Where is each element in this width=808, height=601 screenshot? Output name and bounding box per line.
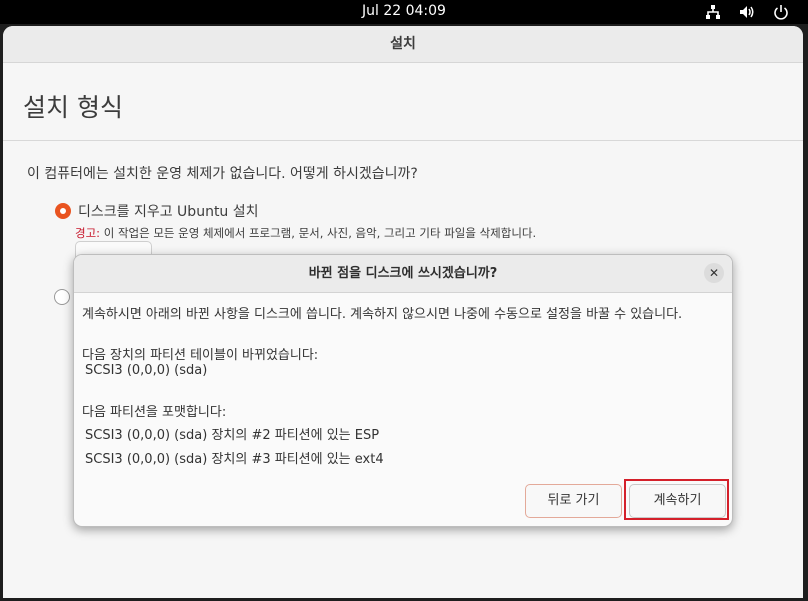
close-icon[interactable]: ✕ [704,263,724,283]
option-erase-disk[interactable]: 디스크를 지우고 Ubuntu 설치 [55,201,259,221]
back-button[interactable]: 뒤로 가기 [525,484,622,518]
warning-text: 이 작업은 모든 운영 체제에서 프로그램, 문서, 사진, 음악, 그리고 기… [100,226,537,240]
option-erase-disk-label[interactable]: 디스크를 지우고 Ubuntu 설치 [78,201,259,221]
partition-table-heading: 다음 장치의 파티션 테이블이 바뀌었습니다: [82,348,319,363]
window-title: 설치 [3,26,803,63]
top-bar: Jul 22 04:09 [0,0,808,24]
installation-question: 이 컴퓨터에는 설치한 운영 체제가 없습니다. 어떻게 하시겠습니까? [27,166,418,182]
continue-button[interactable]: 계속하기 [629,484,726,518]
system-tray[interactable] [704,3,790,21]
warning-prefix: 경고: [75,226,101,240]
format-item: SCSI3 (0,0,0) (sda) 장치의 #3 파티션에 있는 ext4 [85,452,384,467]
erase-warning: 경고: 이 작업은 모든 운영 체제에서 프로그램, 문서, 사진, 음악, 그… [75,225,536,241]
format-item: SCSI3 (0,0,0) (sda) 장치의 #2 파티션에 있는 ESP [85,428,380,443]
dialog-title: 바뀐 점을 디스크에 쓰시겠습니까? [308,266,498,281]
dialog-intro: 계속하시면 아래의 바뀐 사항을 디스크에 씁니다. 계속하지 않으시면 나중에… [82,307,683,322]
partition-table-device: SCSI3 (0,0,0) (sda) [85,363,208,378]
divider [3,140,803,141]
write-changes-dialog: 바뀐 점을 디스크에 쓰시겠습니까? ✕ 계속하시면 아래의 바뀐 사항을 디스… [73,254,733,527]
dialog-header: 바뀐 점을 디스크에 쓰시겠습니까? ✕ [74,255,732,293]
option-something-else-radio[interactable] [54,289,70,305]
format-heading: 다음 파티션을 포맷합니다: [82,405,227,420]
network-icon[interactable] [704,3,722,21]
page-title: 설치 형식 [23,93,123,122]
volume-icon[interactable] [738,3,756,21]
power-icon[interactable] [772,3,790,21]
radio-selected-icon[interactable] [55,203,71,219]
clock[interactable]: Jul 22 04:09 [0,3,808,19]
